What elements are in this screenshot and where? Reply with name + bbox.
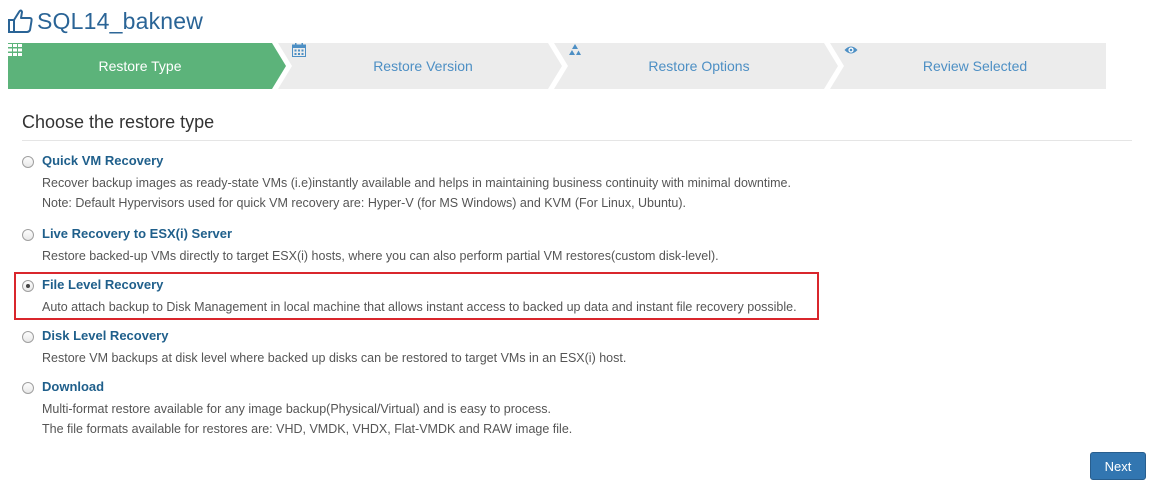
radio-file-level-recovery[interactable]: [22, 280, 34, 292]
tab-restore-version[interactable]: Restore Version: [292, 43, 554, 89]
grid-icon: [8, 44, 22, 56]
option-title[interactable]: Live Recovery to ESX(i) Server: [42, 226, 232, 241]
thumbs-up-icon: [8, 9, 33, 33]
option-title[interactable]: Disk Level Recovery: [42, 328, 168, 343]
option-desc-line: Auto attach backup to Disk Management in…: [42, 300, 797, 314]
radio-live-recovery-esx[interactable]: [22, 229, 34, 241]
option-description: Restore backed-up VMs directly to target…: [42, 246, 719, 266]
radio-quick-vm-recovery[interactable]: [22, 156, 34, 168]
option-desc-line: Restore backed-up VMs directly to target…: [42, 249, 719, 263]
option-description: Recover backup images as ready-state VMs…: [42, 173, 791, 213]
option-desc-line: The file formats available for restores …: [42, 422, 573, 436]
page-header: SQL14_baknew: [6, 6, 203, 36]
divider: [22, 140, 1132, 141]
radio-download[interactable]: [22, 382, 34, 394]
tab-label: Restore Version: [373, 58, 473, 74]
option-desc-line: Restore VM backups at disk level where b…: [42, 351, 627, 365]
recycle-icon: [569, 44, 581, 55]
tab-restore-options[interactable]: Restore Options: [568, 43, 830, 89]
tab-label: Restore Options: [648, 58, 750, 74]
page-title: SQL14_baknew: [37, 7, 204, 34]
option-description: Multi-format restore available for any i…: [42, 399, 572, 439]
next-button[interactable]: Next: [1090, 452, 1146, 480]
calendar-icon: [292, 43, 306, 57]
tab-restore-type[interactable]: Restore Type: [8, 43, 272, 89]
option-description: Restore VM backups at disk level where b…: [42, 348, 626, 368]
option-title[interactable]: Quick VM Recovery: [42, 153, 163, 168]
tab-review-selected[interactable]: Review Selected: [844, 43, 1106, 89]
option-title[interactable]: File Level Recovery: [42, 277, 163, 292]
tab-label: Restore Type: [98, 58, 182, 74]
tab-label: Review Selected: [922, 58, 1028, 74]
option-title[interactable]: Download: [42, 379, 104, 394]
restore-wizard-steps: Restore Type Restore Version Restore Opt…: [8, 43, 1106, 89]
option-description: Auto attach backup to Disk Management in…: [42, 297, 797, 317]
option-desc-line: Recover backup images as ready-state VMs…: [42, 176, 791, 190]
option-desc-line: Multi-format restore available for any i…: [42, 402, 552, 416]
eye-icon: [844, 46, 858, 54]
section-title: Choose the restore type: [22, 112, 215, 132]
radio-disk-level-recovery[interactable]: [22, 331, 34, 343]
option-desc-line: Note: Default Hypervisors used for quick…: [42, 196, 686, 210]
